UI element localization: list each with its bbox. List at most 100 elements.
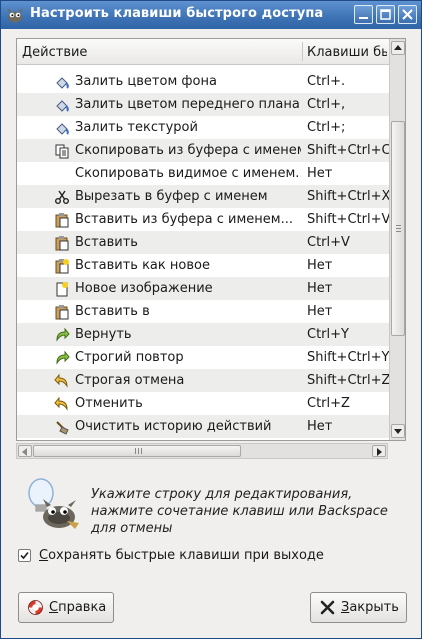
help-button[interactable]: Справка	[18, 592, 114, 623]
row-shortcut[interactable]: Shift+Ctrl+Y	[307, 350, 389, 365]
arrow-down-icon	[394, 429, 402, 434]
wilber-lightbulb-icon	[28, 478, 79, 529]
scroll-right-button[interactable]	[372, 445, 386, 457]
grip-line	[141, 448, 142, 454]
close-button[interactable]: Закрыть	[310, 592, 407, 623]
list-row[interactable]: Отменить Ctrl+Z	[17, 392, 389, 415]
row-shortcut[interactable]: Shift+Ctrl+C	[307, 143, 389, 158]
maximize-icon	[380, 9, 391, 20]
row-action-label: Вырезать в буфер с именем	[75, 189, 268, 204]
row-shortcut[interactable]: Shift+Ctrl+Z	[307, 373, 389, 388]
row-action-label: Вставить	[75, 235, 138, 250]
row-shortcut[interactable]: Нет	[307, 304, 389, 319]
list-row[interactable]: Вставить из буфера с именем... Shift+Ctrl…	[17, 208, 389, 231]
grip-line	[396, 228, 401, 229]
row-action-label: Новое изображение	[75, 281, 213, 296]
minimize-button[interactable]	[354, 5, 373, 24]
row-action-label: Скопировать видимое с именем...	[75, 166, 301, 181]
row-shortcut[interactable]: Ctrl+V	[307, 235, 389, 250]
vertical-scroll-thumb[interactable]	[391, 121, 405, 336]
scroll-up-button[interactable]	[391, 41, 405, 55]
close-icon	[402, 9, 413, 20]
grip-line	[135, 448, 136, 454]
scroll-left-button[interactable]	[18, 445, 32, 457]
list-row[interactable]: Залить текстурой Ctrl+;	[17, 116, 389, 139]
undo-icon	[54, 396, 68, 411]
paste-named-icon	[55, 213, 69, 228]
row-shortcut[interactable]: Нет	[307, 166, 389, 181]
row-action-label: Залить текстурой	[75, 120, 198, 135]
close-window-button[interactable]	[398, 5, 417, 24]
arrow-right-icon	[377, 448, 382, 456]
row-action-label: Вставить из буфера с именем...	[75, 212, 293, 227]
row-action-label: Вернуть	[75, 327, 132, 342]
row-shortcut[interactable]: Ctrl+Z	[307, 396, 389, 411]
row-action-label: Вставить в	[75, 304, 150, 319]
fill-pattern-icon	[56, 123, 69, 135]
list-row[interactable]: Строгая отмена Shift+Ctrl+Z	[17, 369, 389, 392]
list-row[interactable]: Вернуть Ctrl+Y	[17, 323, 389, 346]
row-shortcut[interactable]: Нет	[307, 281, 389, 296]
new-image-icon	[56, 282, 68, 297]
column-divider[interactable]	[302, 42, 303, 61]
close-button-label: Закрыть	[341, 600, 399, 615]
paste-new-icon	[55, 259, 69, 274]
title-bar[interactable]: Настроить клавиши быстрого доступа	[1, 1, 421, 29]
row-action-label: Скопировать из буфера с именем	[75, 143, 301, 158]
row-shortcut[interactable]: Ctrl+.	[307, 74, 389, 89]
list-row[interactable]: Залить цветом фона Ctrl+.	[17, 70, 389, 93]
list-rows: Залить цветом фона Ctrl+. Залить цветом пе…	[17, 70, 389, 439]
arrow-up-icon	[394, 45, 402, 50]
horizontal-scroll-thumb[interactable]	[33, 445, 241, 457]
row-shortcut[interactable]: Ctrl+Y	[307, 327, 389, 342]
grip-line	[396, 231, 401, 232]
column-header-keys[interactable]: Клавиши бы	[307, 45, 387, 60]
strong-undo-icon	[54, 373, 68, 388]
clear-history-icon	[56, 421, 69, 435]
minimize-icon	[359, 17, 368, 19]
fill-bg-icon	[56, 77, 69, 89]
shortcut-list: Действие Клавиши бы Залить цветом фона Ct…	[16, 38, 406, 441]
paste-icon	[55, 236, 69, 251]
list-row[interactable]: Вставить в Нет	[17, 300, 389, 323]
list-row[interactable]: Вставить Ctrl+V	[17, 231, 389, 254]
close-text: акрыть	[349, 600, 399, 615]
list-row[interactable]: Вырезать в буфер с именем Shift+Ctrl+X	[17, 185, 389, 208]
list-row[interactable]: Новое изображение Нет	[17, 277, 389, 300]
row-action-label: Залить цветом фона	[75, 74, 217, 89]
list-row[interactable]: Скопировать видимое с именем... Нет	[17, 162, 389, 185]
fill-fg-icon	[56, 100, 69, 112]
list-row[interactable]: Вставить как новое Нет	[17, 254, 389, 277]
horizontal-scrollbar[interactable]	[16, 443, 388, 459]
row-shortcut[interactable]: Нет	[307, 258, 389, 273]
close-x-icon	[320, 600, 335, 615]
row-action-label: Вставить как новое	[75, 258, 210, 273]
row-shortcut[interactable]: Ctrl+,	[307, 97, 389, 112]
row-shortcut[interactable]: Shift+Ctrl+X	[307, 189, 389, 204]
list-row[interactable]: Очистить историю действий Нет	[17, 415, 389, 438]
scissors-icon	[55, 190, 69, 204]
gimp-app-icon[interactable]	[6, 6, 24, 24]
row-shortcut[interactable]: Shift+Ctrl+V	[307, 212, 389, 227]
paste-into-icon	[55, 305, 69, 320]
column-header-action[interactable]: Действие	[22, 45, 300, 60]
save-on-exit-label[interactable]: Сохранять быстрые клавиши при выходе	[39, 548, 324, 563]
list-row[interactable]: Строгий повтор Shift+Ctrl+Y	[17, 346, 389, 369]
scroll-down-button[interactable]	[391, 424, 405, 438]
strong-redo-icon	[56, 350, 70, 365]
vertical-scrollbar[interactable]	[389, 39, 405, 440]
row-shortcut[interactable]: Нет	[307, 419, 389, 434]
list-row[interactable]: Залить цветом переднего плана Ctrl+,	[17, 93, 389, 116]
save-on-exit-checkbox[interactable]	[18, 549, 31, 562]
help-mnemonic: С	[49, 600, 59, 615]
checkmark-icon	[20, 551, 29, 560]
help-button-label: Справка	[49, 600, 106, 615]
hint-text: Укажите строку для редактирования, нажми…	[91, 487, 388, 536]
grip-line	[396, 225, 401, 226]
row-action-label: Очистить историю действий	[75, 419, 272, 434]
maximize-button[interactable]	[376, 5, 395, 24]
redo-icon	[56, 327, 70, 342]
help-text: правка	[58, 600, 107, 615]
row-shortcut[interactable]: Ctrl+;	[307, 120, 389, 135]
list-row[interactable]: Скопировать из буфера с именем Shift+Ctrl…	[17, 139, 389, 162]
